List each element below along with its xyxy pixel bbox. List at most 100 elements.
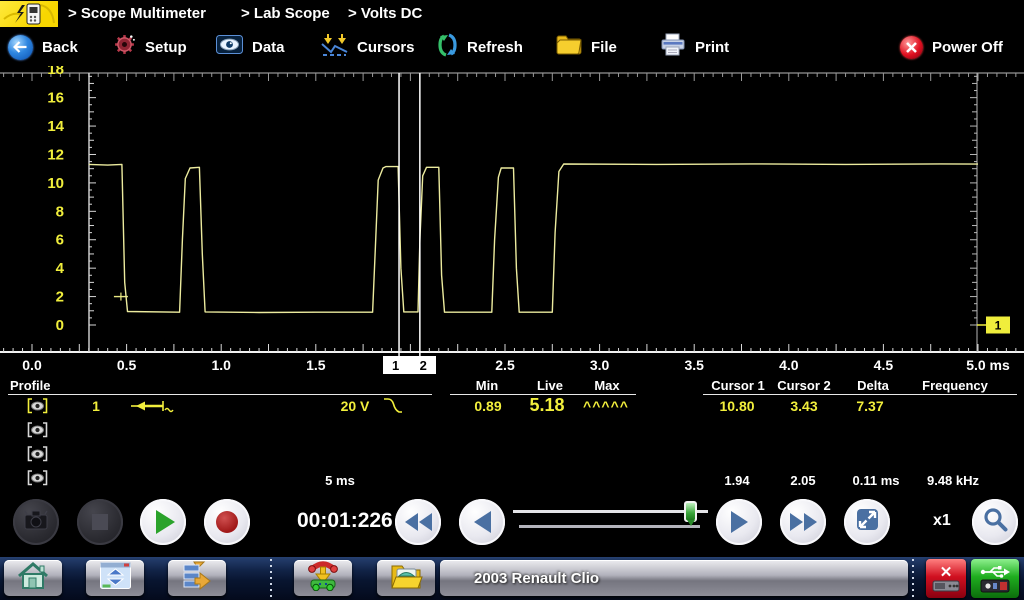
home-button[interactable]	[4, 560, 62, 596]
home-icon	[15, 561, 51, 595]
cursor2-time: 2.05	[790, 473, 815, 488]
channel-2-eye-toggle[interactable]	[27, 422, 48, 443]
y-axis-labels: 181614121086420	[47, 66, 64, 334]
back-button[interactable]: Back	[8, 32, 78, 62]
active-vehicle-bar[interactable]: 2003 Renault Clio	[440, 560, 908, 596]
profile-header: Profile	[10, 378, 50, 393]
channel-visibility-column	[27, 398, 48, 491]
record-icon	[216, 511, 238, 533]
zoom-level: x1	[933, 512, 951, 530]
scanner-button[interactable]	[294, 560, 352, 596]
refresh-button[interactable]: Refresh	[437, 32, 523, 62]
sweep-value[interactable]: 5 ms	[325, 473, 355, 488]
screen: > Scope Multimeter > Lab Scope > Volts D…	[0, 0, 1024, 600]
vehicle-folder-icon	[389, 561, 423, 596]
power-off-button[interactable]: Power Off	[900, 32, 1003, 62]
scrub-slider-thumb[interactable]	[684, 501, 697, 522]
stop-button[interactable]	[77, 499, 123, 545]
usb-icon	[980, 564, 1010, 578]
data-manager-button[interactable]	[168, 560, 226, 596]
channel-1-eye-toggle[interactable]	[27, 398, 48, 419]
taskbar: 2003 Renault Clio ✕	[0, 556, 1024, 600]
cursors-button[interactable]: Cursors	[321, 32, 415, 62]
cursors-label: Cursors	[357, 39, 415, 56]
double-left-arrow-icon	[405, 513, 432, 531]
vehicle-record-button[interactable]	[377, 560, 435, 596]
svg-text:2: 2	[56, 289, 64, 306]
breadcrumb-item-scope-multimeter[interactable]: > Scope Multimeter	[68, 5, 206, 22]
min-header: Min	[476, 378, 498, 393]
frequency-header: Frequency	[922, 378, 988, 393]
x-tick-label: 5.0 ms	[966, 357, 1010, 373]
fast-forward-button[interactable]	[780, 499, 826, 545]
zoom-button[interactable]	[972, 499, 1018, 545]
taskbar-separator-2	[912, 559, 914, 597]
cursors-icon	[321, 33, 348, 61]
snapshot-button[interactable]	[13, 499, 59, 545]
x-tick-label: 3.0	[590, 357, 609, 373]
left-arrow-icon	[474, 511, 491, 533]
x-axis-labels: 1 2 0.00.51.01.52.53.03.54.04.55.0 ms	[0, 356, 1024, 376]
step-back-button[interactable]	[459, 499, 505, 545]
svg-text:8: 8	[56, 203, 64, 220]
min-value: 0.89	[474, 398, 501, 414]
setup-label: Setup	[145, 39, 187, 56]
x-tick-label: 4.0	[779, 357, 798, 373]
trigger-slope-icon[interactable]	[130, 398, 176, 420]
svg-text:10: 10	[47, 175, 64, 192]
expand-view-button[interactable]	[844, 499, 890, 545]
toolbar: Back Setup	[0, 28, 1024, 66]
x-tick-label: 3.5	[684, 357, 703, 373]
module-icon	[980, 579, 1010, 593]
cursor1-time: 1.94	[724, 473, 749, 488]
usb-device-button[interactable]	[971, 559, 1019, 598]
expand-icon	[854, 506, 881, 538]
live-value: 5.18	[529, 395, 564, 416]
svg-text:18: 18	[47, 66, 64, 78]
svg-text:16: 16	[47, 90, 64, 107]
active-vehicle-label: 2003 Renault Clio	[474, 570, 599, 587]
setup-button[interactable]: Setup	[113, 32, 187, 62]
data-button[interactable]: Data	[216, 32, 285, 62]
channel-number: 1	[92, 398, 100, 414]
falling-edge-icon[interactable]	[382, 396, 404, 420]
step-forward-button[interactable]	[716, 499, 762, 545]
delta-value: 7.37	[856, 398, 883, 414]
cursor-1-tag[interactable]: 1	[392, 358, 399, 373]
refresh-label: Refresh	[467, 39, 523, 56]
breadcrumb-item-volts-dc[interactable]: > Volts DC	[348, 5, 422, 22]
channel-1-badge[interactable]: 1	[977, 317, 1010, 334]
channel-3-eye-toggle[interactable]	[27, 446, 48, 467]
cursor1-header: Cursor 1	[711, 378, 764, 393]
device-icon	[932, 580, 960, 592]
camera-icon	[22, 508, 50, 537]
record-button[interactable]	[204, 499, 250, 545]
scrub-track-bottom[interactable]	[519, 525, 700, 528]
file-button[interactable]: File	[556, 32, 617, 62]
channel-scale[interactable]: 20 V	[341, 398, 370, 414]
printer-icon	[660, 33, 686, 61]
scan-tool-logo-icon	[0, 1, 58, 27]
channel-4-eye-toggle[interactable]	[27, 470, 48, 491]
play-icon	[156, 510, 175, 534]
max-header: Max	[594, 378, 619, 393]
power-off-icon	[900, 36, 923, 59]
scrub-track-top[interactable]	[513, 510, 708, 513]
breadcrumb-item-lab-scope[interactable]: > Lab Scope	[241, 5, 330, 22]
refresh-icon	[437, 32, 458, 63]
print-button[interactable]: Print	[660, 32, 729, 62]
double-right-arrow-icon	[790, 513, 817, 531]
cursor-readout-box[interactable]: 1 2	[383, 356, 436, 374]
rewind-button[interactable]	[395, 499, 441, 545]
svg-text:6: 6	[56, 232, 64, 249]
x-tick-label: 0.0	[22, 357, 41, 373]
scope-window-button[interactable]	[86, 560, 144, 596]
x-tick-label: 1.0	[211, 357, 230, 373]
stop-icon	[92, 514, 108, 530]
disconnect-device-button[interactable]: ✕	[926, 559, 966, 598]
cursor2-header: Cursor 2	[777, 378, 830, 393]
play-button[interactable]	[140, 499, 186, 545]
live-header: Live	[537, 378, 563, 393]
cursor-2-tag[interactable]: 2	[420, 358, 427, 373]
scope-plot: 1816141210864201	[0, 66, 1024, 358]
